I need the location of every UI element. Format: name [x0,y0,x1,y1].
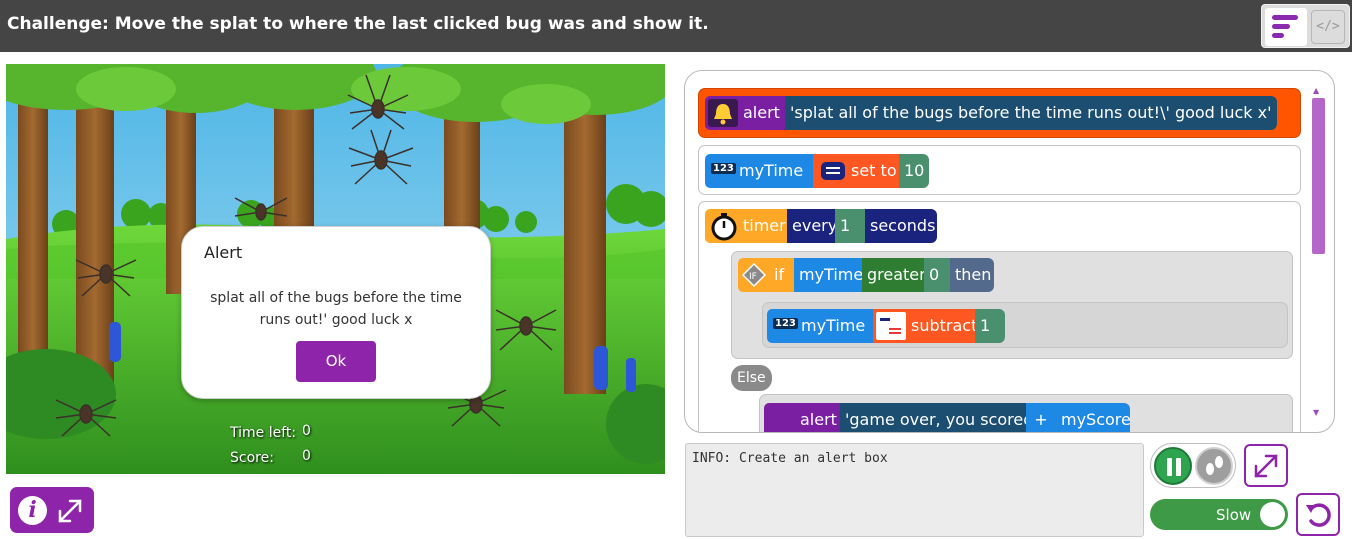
equals-icon [821,162,845,180]
speed-label: Slow [1216,506,1252,524]
fullscreen-button[interactable] [1244,444,1288,487]
scroll-up-arrow[interactable]: ▲ [1313,86,1319,95]
info-panel: INFO: Create an alert box [685,443,1144,537]
if-then: then [950,258,994,292]
timer-mode[interactable]: every [787,209,837,243]
game-canvas[interactable]: Alert splat all of the bugs before the t… [6,64,665,474]
subtract-block[interactable]: myTime 123 subtract 1 [762,302,1288,348]
bell-icon [708,99,738,127]
expand-icon [58,499,82,523]
code-mode-button[interactable]: </> [1311,10,1345,44]
if-variable[interactable]: myTime [794,258,863,292]
alert-message-string[interactable]: 'splat all of the bugs before the time r… [785,96,1277,130]
if-value[interactable]: 0 [924,258,950,292]
score-label: Score: [230,450,274,466]
pause-icon-bar [1167,458,1172,476]
alert-keyword: alert [764,403,840,432]
timer-unit[interactable]: seconds [865,209,937,243]
expand-icon [1254,454,1278,478]
toggle-knob [1260,502,1285,527]
pause-icon-bar [1176,458,1181,476]
footsteps-icon [1206,456,1223,475]
game-over-string[interactable]: 'game over, you scored ' [840,403,1043,432]
number-icon: 123 [711,163,736,174]
editor-scrollbar[interactable] [1312,98,1325,254]
undo-icon [1306,503,1331,527]
score-value: 0 [302,448,311,464]
info-text: INFO: Create an alert box [692,451,888,466]
subtract-value[interactable]: 1 [975,309,1005,343]
pause-button[interactable] [1154,447,1192,485]
time-left-label: Time left: [230,425,297,441]
challenge-title: Challenge: Move the splat to where the l… [7,14,709,34]
alert-block[interactable]: alert 'splat all of the bugs before the … [698,88,1301,138]
stopwatch-icon [709,211,739,241]
set-value[interactable]: 10 [899,154,929,188]
top-bar: Challenge: Move the splat to where the l… [0,0,1352,52]
blocks-icon-bar [1272,24,1290,29]
time-left-value: 0 [302,423,311,439]
score-variable[interactable]: myScore [1056,403,1131,432]
run-controls [1150,443,1236,488]
timer-interval[interactable]: 1 [835,209,865,243]
blocks-icon-bar [1272,15,1298,20]
blocks-mode-button[interactable] [1265,8,1307,46]
block-editor[interactable]: alert 'splat all of the bugs before the … [684,70,1335,433]
blocks-icon-bar [1272,33,1284,38]
if-comparison[interactable]: greater [862,258,926,292]
svg-text:IF: IF [749,272,757,282]
alert-dialog: Alert splat all of the bugs before the t… [181,226,491,399]
alert-message: splat all of the bugs before the time ru… [210,290,462,328]
number-icon: 123 [773,318,798,329]
reset-button[interactable] [1296,493,1340,536]
if-block[interactable]: if IF myTime greater 0 then myTime 123 s… [731,251,1293,359]
speed-toggle[interactable]: Slow [1150,499,1288,530]
game-over-alert-block[interactable]: alert 'game over, you scored ' + myScore [759,394,1293,432]
if-diamond-icon: IF [741,262,767,288]
alert-title: Alert [204,243,243,262]
alert-ok-button[interactable]: Ok [296,341,376,382]
timer-block[interactable]: timer every 1 seconds if IF myTime great… [698,201,1301,432]
info-expand-button[interactable]: i [10,487,94,533]
step-button[interactable] [1195,447,1233,485]
subtract-icon [876,312,906,340]
set-variable-block[interactable]: myTime 123 set to 10 [698,145,1301,195]
editor-mode-switch: </> [1261,4,1350,48]
info-icon: i [18,496,47,525]
plus-operator[interactable]: + [1026,403,1056,432]
else-label: Else [731,365,772,391]
scroll-down-arrow[interactable]: ▼ [1313,408,1319,417]
